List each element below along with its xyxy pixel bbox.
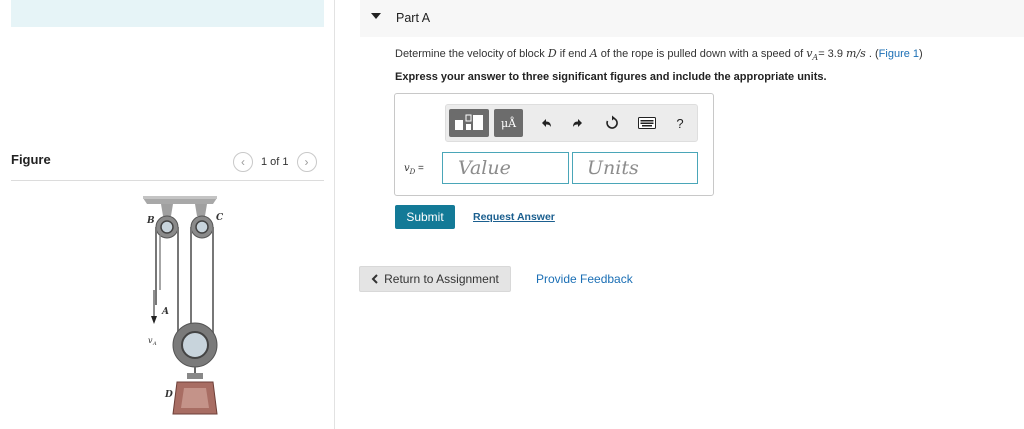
units-tool-button[interactable]: μÅ — [494, 109, 523, 137]
redo-icon[interactable] — [569, 114, 587, 132]
figure-link[interactable]: Figure 1 — [879, 48, 919, 60]
label-a: A — [161, 307, 169, 317]
ceiling-top — [143, 196, 217, 199]
keyboard-icon[interactable] — [637, 114, 657, 132]
velocity-arrow-head — [151, 316, 157, 324]
question-text: Determine the velocity of block D if end… — [395, 47, 923, 63]
chevron-right-icon[interactable]: › — [296, 152, 317, 172]
left-panel-topbar — [11, 0, 324, 27]
return-to-assignment-button[interactable]: Return to Assignment — [359, 266, 511, 292]
figure-title: Figure — [11, 152, 51, 167]
figure-divider — [11, 180, 324, 181]
chevron-left-icon[interactable]: ‹ — [233, 152, 253, 172]
templates-icon[interactable] — [449, 109, 489, 137]
pulley-b-hub — [160, 220, 174, 234]
label-d: D — [164, 390, 173, 400]
pulley-c-hub — [195, 220, 209, 234]
value-input[interactable] — [442, 152, 569, 184]
pulley-diagram: B C A v A D — [143, 196, 224, 415]
panel-divider — [334, 0, 335, 429]
submit-button[interactable]: Submit — [395, 205, 455, 229]
caret-down-icon[interactable] — [371, 13, 381, 19]
label-b: B — [146, 216, 155, 226]
provide-feedback-link[interactable]: Provide Feedback — [536, 272, 633, 286]
figure-page-count: 1 of 1 — [261, 156, 289, 168]
answer-variable-label: vD = — [404, 163, 424, 176]
part-title[interactable]: Part A — [396, 11, 430, 25]
answer-instruction: Express your answer to three significant… — [395, 71, 827, 83]
units-input[interactable] — [572, 152, 698, 184]
block-d-face — [181, 388, 209, 408]
label-va-sub: A — [152, 341, 157, 347]
pulley-c-bracket — [195, 204, 207, 216]
hook-plate — [187, 373, 203, 379]
figure-pagination: ‹ 1 of 1 › — [233, 152, 317, 172]
reset-icon[interactable] — [603, 114, 621, 132]
request-answer-link[interactable]: Request Answer — [473, 211, 555, 223]
help-icon[interactable]: ? — [671, 114, 689, 132]
label-c: C — [216, 213, 224, 223]
undo-icon[interactable] — [537, 114, 555, 132]
return-label: Return to Assignment — [384, 272, 499, 286]
chevron-left-icon — [371, 274, 378, 284]
part-header[interactable] — [360, 0, 1024, 37]
pulley-b-bracket — [161, 204, 173, 216]
pulley-lower-hub — [181, 331, 209, 359]
